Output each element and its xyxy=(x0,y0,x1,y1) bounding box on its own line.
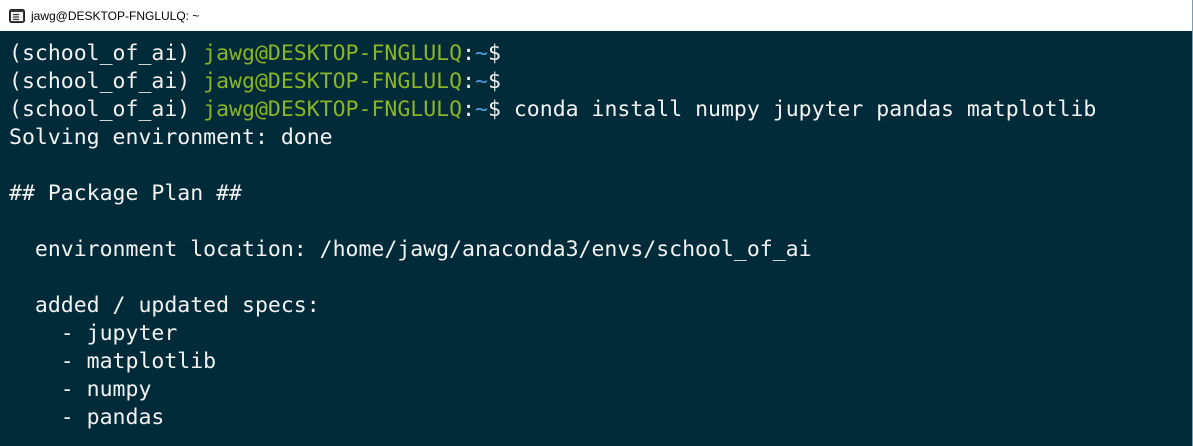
terminal-output-area[interactable]: (school_of_ai) jawg@DESKTOP-FNGLULQ:~$ (… xyxy=(0,31,1192,446)
prompt-path: ~ xyxy=(475,41,488,66)
conda-env-label: (school_of_ai) xyxy=(9,41,204,66)
output-line: added / updated specs: xyxy=(9,293,320,318)
prompt-line: (school_of_ai) jawg@DESKTOP-FNGLULQ:~$ xyxy=(9,68,1192,96)
conda-env-label: (school_of_ai) xyxy=(9,97,204,122)
output-line: - pandas xyxy=(9,405,165,430)
output-line: Solving environment: done xyxy=(9,125,333,150)
command-text: conda install numpy jupyter pandas matpl… xyxy=(500,97,1097,122)
conda-env-label: (school_of_ai) xyxy=(9,69,204,94)
prompt-symbol: $ xyxy=(487,41,501,66)
terminal-app-icon xyxy=(9,8,25,23)
output-line: - matplotlib xyxy=(9,349,217,374)
output-line: - jupyter xyxy=(9,321,178,346)
output-line: ## Package Plan ## xyxy=(9,181,242,206)
prompt-symbol: $ xyxy=(487,97,501,122)
window-title: jawg@DESKTOP-FNGLULQ: ~ xyxy=(31,8,200,23)
prompt-line: (school_of_ai) jawg@DESKTOP-FNGLULQ:~$ c… xyxy=(9,96,1192,124)
prompt-symbol: $ xyxy=(487,69,501,94)
user-host: jawg@DESKTOP-FNGLULQ xyxy=(203,69,463,94)
prompt-colon: : xyxy=(462,97,476,122)
prompt-path: ~ xyxy=(475,69,488,94)
prompt-colon: : xyxy=(462,41,476,66)
prompt-line: (school_of_ai) jawg@DESKTOP-FNGLULQ:~$ xyxy=(9,40,1192,68)
user-host: jawg@DESKTOP-FNGLULQ xyxy=(203,97,463,122)
output-line: environment location: /home/jawg/anacond… xyxy=(9,237,812,262)
output-line: - numpy xyxy=(9,377,152,402)
terminal-window: jawg@DESKTOP-FNGLULQ: ~ (school_of_ai) j… xyxy=(0,0,1193,446)
title-bar[interactable]: jawg@DESKTOP-FNGLULQ: ~ xyxy=(0,0,1192,31)
prompt-path: ~ xyxy=(475,97,488,122)
prompt-colon: : xyxy=(462,69,476,94)
user-host: jawg@DESKTOP-FNGLULQ xyxy=(203,41,463,66)
